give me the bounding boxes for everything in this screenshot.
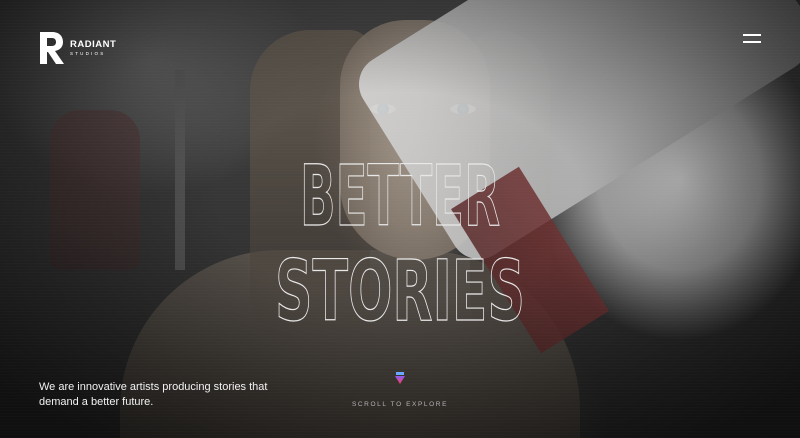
brand-wordmark: RADIANT STUDIOS <box>70 40 116 56</box>
headline-line-1: BETTER <box>300 147 500 245</box>
brand-logo-mark-icon <box>40 32 64 64</box>
hamburger-menu-icon[interactable] <box>743 32 761 44</box>
hero-headline: BETTER STORIES <box>274 146 525 330</box>
menu-line-top <box>743 34 761 36</box>
brand-name: RADIANT <box>70 39 117 50</box>
scroll-label: SCROLL TO EXPLORE <box>351 401 449 408</box>
scroll-to-explore[interactable]: SCROLL TO EXPLORE <box>300 372 500 411</box>
headline-line-2: STORIES <box>275 242 525 330</box>
hero-tagline: We are innovative artists producing stor… <box>39 381 268 408</box>
scroll-down-triangle-icon <box>395 372 405 384</box>
brand-logo[interactable]: RADIANT STUDIOS <box>38 30 116 66</box>
menu-line-bottom <box>743 41 761 43</box>
brand-subtitle: STUDIOS <box>70 50 106 56</box>
